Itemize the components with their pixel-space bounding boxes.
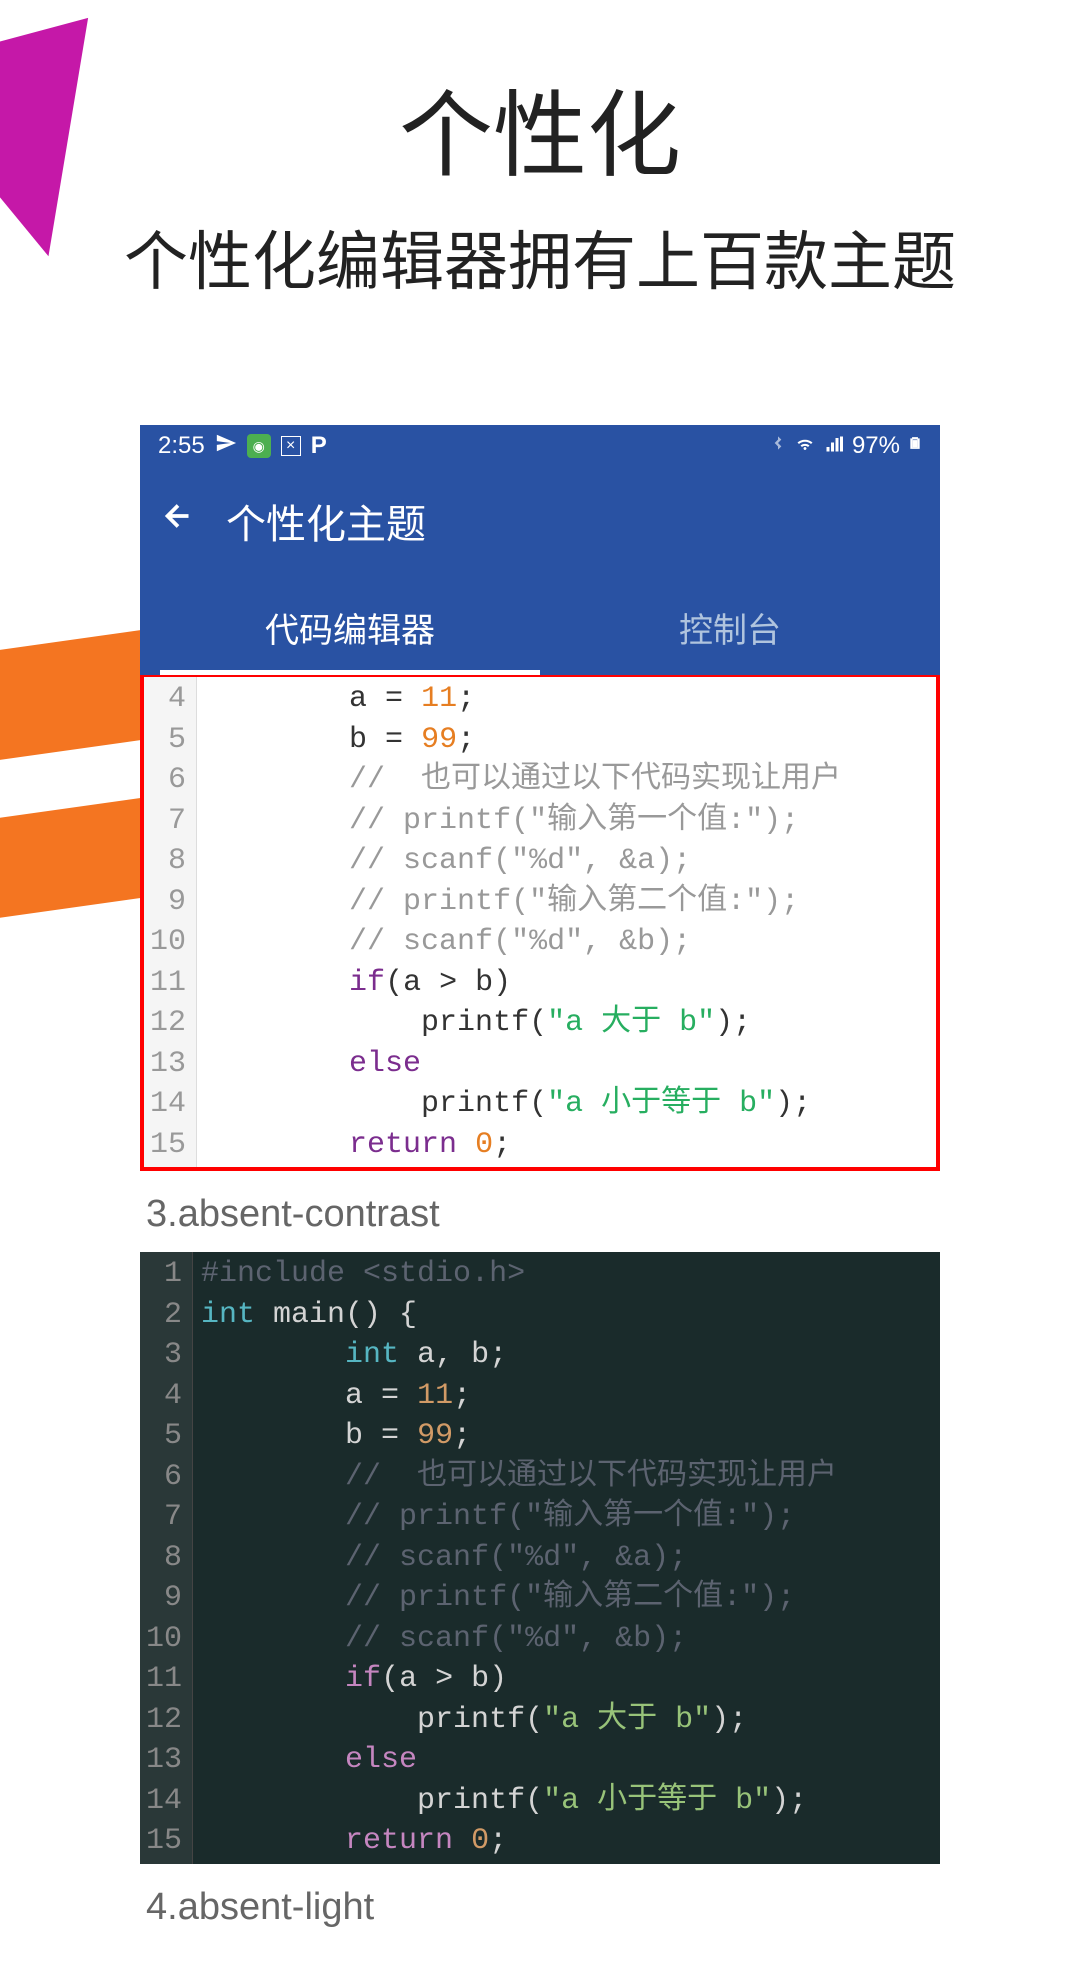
status-bar: 2:55 ◉ × P 97% <box>140 425 940 467</box>
code-preview-light[interactable]: 456789101112131415 a = 11; b = 99; // 也可… <box>140 675 940 1171</box>
page-subtitle: 个性化编辑器拥有上百款主题 <box>0 211 1080 303</box>
bluetooth-icon <box>770 432 786 461</box>
p-icon: P <box>311 432 327 460</box>
tab-console[interactable]: 控制台 <box>540 585 920 675</box>
decorative-stripe-2 <box>0 795 160 925</box>
code-preview-dark[interactable]: 123456789101112131415 #include <stdio.h>… <box>140 1252 940 1864</box>
battery-percent: 97% <box>852 432 900 460</box>
tab-code-editor[interactable]: 代码编辑器 <box>160 585 540 675</box>
app-icon: ◉ <box>247 434 271 458</box>
page-title: 个性化 <box>0 60 1080 196</box>
code-lines: a = 11; b = 99; // 也可以通过以下代码实现让用户 // pri… <box>197 677 841 1167</box>
code-lines: #include <stdio.h>int main() { int a, b;… <box>193 1252 837 1864</box>
app-header-title: 个性化主题 <box>226 492 426 550</box>
tabs: 代码编辑器 控制台 <box>160 585 920 675</box>
telegram-icon <box>215 432 237 461</box>
signal-icon <box>824 432 844 460</box>
line-gutter: 456789101112131415 <box>144 677 197 1167</box>
battery-icon <box>908 432 922 461</box>
phone-screenshot-frame: 2:55 ◉ × P 97% <box>140 425 940 1980</box>
wifi-icon <box>794 432 816 460</box>
app-header: 个性化主题 代码编辑器 控制台 <box>140 467 940 675</box>
line-gutter: 123456789101112131415 <box>140 1252 193 1864</box>
x-box-icon: × <box>281 436 301 456</box>
theme-label-4: 4.absent-light <box>140 1864 940 1945</box>
theme-label-3: 3.absent-contrast <box>140 1171 940 1252</box>
status-time: 2:55 <box>158 432 205 460</box>
back-button[interactable] <box>160 498 196 544</box>
